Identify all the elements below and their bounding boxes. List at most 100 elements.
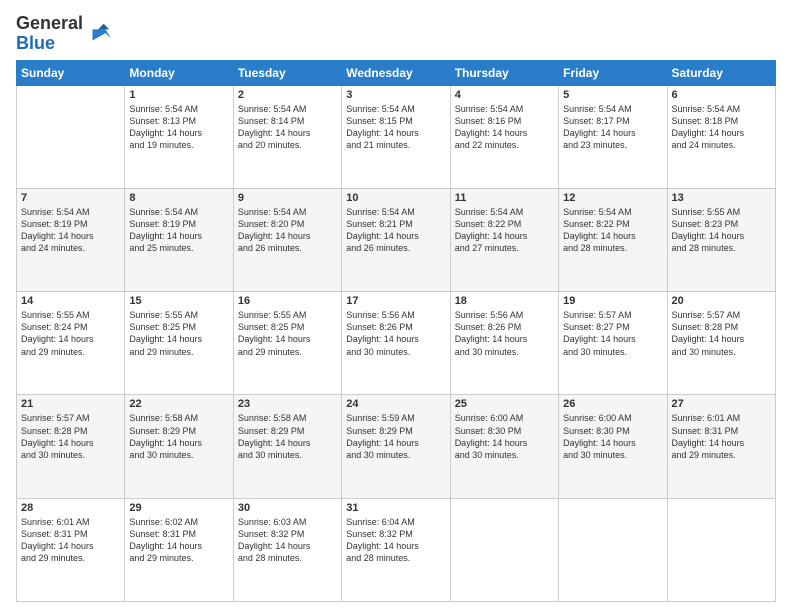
day-number: 6 — [672, 89, 771, 101]
day-info: Sunrise: 5:55 AM Sunset: 8:25 PM Dayligh… — [238, 309, 337, 358]
day-info: Sunrise: 5:55 AM Sunset: 8:24 PM Dayligh… — [21, 309, 120, 358]
calendar-cell: 15 Sunrise: 5:55 AM Sunset: 8:25 PM Dayli… — [125, 292, 233, 395]
day-info: Sunrise: 6:00 AM Sunset: 8:30 PM Dayligh… — [455, 412, 554, 461]
week-row-3: 14 Sunrise: 5:55 AM Sunset: 8:24 PM Dayli… — [17, 292, 776, 395]
calendar-cell: 8 Sunrise: 5:54 AM Sunset: 8:19 PM Daylig… — [125, 188, 233, 291]
calendar-cell: 2 Sunrise: 5:54 AM Sunset: 8:14 PM Daylig… — [233, 85, 341, 188]
day-info: Sunrise: 5:56 AM Sunset: 8:26 PM Dayligh… — [455, 309, 554, 358]
day-info: Sunrise: 5:54 AM Sunset: 8:19 PM Dayligh… — [129, 206, 228, 255]
day-number: 15 — [129, 295, 228, 307]
day-number: 5 — [563, 89, 662, 101]
day-info: Sunrise: 5:56 AM Sunset: 8:26 PM Dayligh… — [346, 309, 445, 358]
day-number: 20 — [672, 295, 771, 307]
calendar-cell — [559, 498, 667, 601]
day-number: 21 — [21, 398, 120, 410]
calendar-cell — [450, 498, 558, 601]
calendar-cell: 7 Sunrise: 5:54 AM Sunset: 8:19 PM Daylig… — [17, 188, 125, 291]
header: General Blue — [16, 10, 776, 54]
day-info: Sunrise: 5:57 AM Sunset: 8:27 PM Dayligh… — [563, 309, 662, 358]
day-number: 1 — [129, 89, 228, 101]
day-number: 28 — [21, 502, 120, 514]
calendar-cell: 11 Sunrise: 5:54 AM Sunset: 8:22 PM Dayli… — [450, 188, 558, 291]
day-info: Sunrise: 5:59 AM Sunset: 8:29 PM Dayligh… — [346, 412, 445, 461]
day-number: 10 — [346, 192, 445, 204]
day-info: Sunrise: 5:54 AM Sunset: 8:14 PM Dayligh… — [238, 103, 337, 152]
calendar-cell — [17, 85, 125, 188]
calendar-header-thursday: Thursday — [450, 60, 558, 85]
week-row-1: 1 Sunrise: 5:54 AM Sunset: 8:13 PM Daylig… — [17, 85, 776, 188]
calendar-cell: 22 Sunrise: 5:58 AM Sunset: 8:29 PM Dayli… — [125, 395, 233, 498]
calendar-header-tuesday: Tuesday — [233, 60, 341, 85]
logo-text: General Blue — [16, 14, 83, 54]
day-number: 18 — [455, 295, 554, 307]
calendar-header-sunday: Sunday — [17, 60, 125, 85]
day-info: Sunrise: 5:54 AM Sunset: 8:22 PM Dayligh… — [455, 206, 554, 255]
day-number: 3 — [346, 89, 445, 101]
calendar-header-friday: Friday — [559, 60, 667, 85]
calendar-cell: 26Sunrise: 6:00 AM Sunset: 8:30 PM Dayli… — [559, 395, 667, 498]
day-number: 7 — [21, 192, 120, 204]
calendar-cell: 21 Sunrise: 5:57 AM Sunset: 8:28 PM Dayli… — [17, 395, 125, 498]
day-info: Sunrise: 5:54 AM Sunset: 8:19 PM Dayligh… — [21, 206, 120, 255]
calendar-cell: 16 Sunrise: 5:55 AM Sunset: 8:25 PM Dayli… — [233, 292, 341, 395]
calendar-cell: 3 Sunrise: 5:54 AM Sunset: 8:15 PM Daylig… — [342, 85, 450, 188]
day-info: Sunrise: 5:54 AM Sunset: 8:20 PM Dayligh… — [238, 206, 337, 255]
day-number: 16 — [238, 295, 337, 307]
day-number: 12 — [563, 192, 662, 204]
day-info: Sunrise: 6:01 AM Sunset: 8:31 PM Dayligh… — [672, 412, 771, 461]
calendar-cell: 9 Sunrise: 5:54 AM Sunset: 8:20 PM Daylig… — [233, 188, 341, 291]
day-info: Sunrise: 5:54 AM Sunset: 8:18 PM Dayligh… — [672, 103, 771, 152]
calendar-cell: 27 Sunrise: 6:01 AM Sunset: 8:31 PM Dayli… — [667, 395, 775, 498]
day-number: 13 — [672, 192, 771, 204]
day-number: 25 — [455, 398, 554, 410]
day-number: 2 — [238, 89, 337, 101]
calendar-cell: 25 Sunrise: 6:00 AM Sunset: 8:30 PM Dayli… — [450, 395, 558, 498]
calendar-cell: 13 Sunrise: 5:55 AM Sunset: 8:23 PM Dayli… — [667, 188, 775, 291]
calendar-header-wednesday: Wednesday — [342, 60, 450, 85]
calendar-cell: 14 Sunrise: 5:55 AM Sunset: 8:24 PM Dayli… — [17, 292, 125, 395]
calendar-cell — [667, 498, 775, 601]
day-number: 14 — [21, 295, 120, 307]
day-number: 26 — [563, 398, 662, 410]
day-info: Sunrise: 6:04 AM Sunset: 8:32 PM Dayligh… — [346, 516, 445, 565]
calendar-cell: 17Sunrise: 5:56 AM Sunset: 8:26 PM Dayli… — [342, 292, 450, 395]
day-info: Sunrise: 5:55 AM Sunset: 8:23 PM Dayligh… — [672, 206, 771, 255]
day-info: Sunrise: 6:03 AM Sunset: 8:32 PM Dayligh… — [238, 516, 337, 565]
page: General Blue SundayMondayTuesdayWednesda… — [0, 0, 792, 612]
day-info: Sunrise: 5:58 AM Sunset: 8:29 PM Dayligh… — [238, 412, 337, 461]
calendar-cell: 10 Sunrise: 5:54 AM Sunset: 8:21 PM Dayli… — [342, 188, 450, 291]
calendar-header-saturday: Saturday — [667, 60, 775, 85]
calendar-cell: 1 Sunrise: 5:54 AM Sunset: 8:13 PM Daylig… — [125, 85, 233, 188]
calendar-cell: 20 Sunrise: 5:57 AM Sunset: 8:28 PM Dayli… — [667, 292, 775, 395]
day-info: Sunrise: 5:54 AM Sunset: 8:15 PM Dayligh… — [346, 103, 445, 152]
day-number: 4 — [455, 89, 554, 101]
day-info: Sunrise: 5:58 AM Sunset: 8:29 PM Dayligh… — [129, 412, 228, 461]
week-row-4: 21 Sunrise: 5:57 AM Sunset: 8:28 PM Dayli… — [17, 395, 776, 498]
calendar-cell: 23Sunrise: 5:58 AM Sunset: 8:29 PM Dayli… — [233, 395, 341, 498]
week-row-5: 28 Sunrise: 6:01 AM Sunset: 8:31 PM Dayli… — [17, 498, 776, 601]
day-info: Sunrise: 5:55 AM Sunset: 8:25 PM Dayligh… — [129, 309, 228, 358]
day-info: Sunrise: 5:54 AM Sunset: 8:22 PM Dayligh… — [563, 206, 662, 255]
calendar-cell: 28 Sunrise: 6:01 AM Sunset: 8:31 PM Dayli… — [17, 498, 125, 601]
day-number: 22 — [129, 398, 228, 410]
calendar-cell: 4Sunrise: 5:54 AM Sunset: 8:16 PM Daylig… — [450, 85, 558, 188]
day-number: 19 — [563, 295, 662, 307]
calendar-cell: 31Sunrise: 6:04 AM Sunset: 8:32 PM Dayli… — [342, 498, 450, 601]
day-info: Sunrise: 6:01 AM Sunset: 8:31 PM Dayligh… — [21, 516, 120, 565]
logo-general: General — [16, 13, 83, 33]
day-number: 24 — [346, 398, 445, 410]
calendar-header-monday: Monday — [125, 60, 233, 85]
calendar-table: SundayMondayTuesdayWednesdayThursdayFrid… — [16, 60, 776, 602]
day-number: 27 — [672, 398, 771, 410]
day-info: Sunrise: 5:54 AM Sunset: 8:21 PM Dayligh… — [346, 206, 445, 255]
day-info: Sunrise: 5:54 AM Sunset: 8:13 PM Dayligh… — [129, 103, 228, 152]
day-number: 8 — [129, 192, 228, 204]
day-info: Sunrise: 5:57 AM Sunset: 8:28 PM Dayligh… — [21, 412, 120, 461]
day-number: 29 — [129, 502, 228, 514]
day-info: Sunrise: 5:57 AM Sunset: 8:28 PM Dayligh… — [672, 309, 771, 358]
day-number: 9 — [238, 192, 337, 204]
day-number: 11 — [455, 192, 554, 204]
calendar-cell: 6 Sunrise: 5:54 AM Sunset: 8:18 PM Daylig… — [667, 85, 775, 188]
day-number: 30 — [238, 502, 337, 514]
calendar-cell: 12 Sunrise: 5:54 AM Sunset: 8:22 PM Dayli… — [559, 188, 667, 291]
